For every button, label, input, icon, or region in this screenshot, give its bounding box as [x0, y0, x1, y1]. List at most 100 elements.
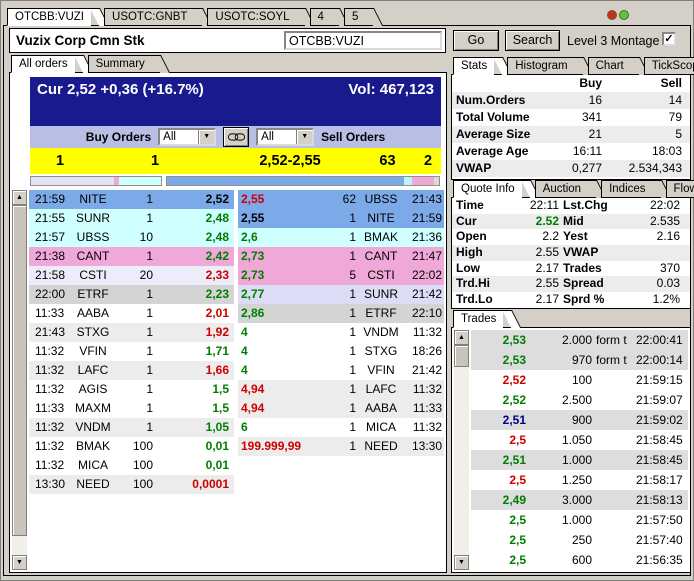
workspace-tab-label: 5 [351, 11, 359, 23]
ask-price: 199.999,99 [241, 439, 302, 453]
bid-row[interactable]: 21:43 STXG 1 1,92 [29, 323, 234, 342]
ask-time: 21:42 [411, 363, 442, 377]
go-button[interactable]: Go [453, 30, 499, 51]
bid-row[interactable]: 11:32 VFIN 1 1,71 [29, 342, 234, 361]
ask-size: 1 [349, 439, 356, 453]
trades-scrollbar-track[interactable] [454, 367, 469, 555]
ask-row[interactable]: 4 1 VFIN 21:42 [238, 361, 444, 380]
ask-size: 1 [349, 249, 356, 263]
ask-size: 62 [342, 192, 356, 206]
ask-row[interactable]: 2,77 1 SUNR 21:42 [238, 285, 444, 304]
ask-row[interactable]: 2,86 1 ETRF 22:10 [238, 304, 444, 323]
quote-tab-label: Quote Info [461, 183, 515, 195]
book-scrollbar-thumb[interactable] [12, 205, 27, 536]
depth-segment [31, 177, 115, 185]
stats-buy-value: 0,277 [571, 161, 602, 175]
trades-scrollbar-thumb[interactable] [454, 345, 469, 367]
stats-tab[interactable]: Histogram [507, 57, 575, 75]
bid-row[interactable]: 11:32 AGIS 1 1,5 [29, 380, 234, 399]
bid-row[interactable]: 11:32 LAFC 1 1,66 [29, 361, 234, 380]
ask-size: 1 [349, 344, 356, 358]
quote-value: 22:11 [529, 198, 559, 212]
search-button[interactable]: Search [505, 30, 560, 51]
trade-row: 2,5 1.050 21:58:45 [471, 430, 688, 450]
quote-tab[interactable]: Flow [665, 180, 694, 198]
ask-row[interactable]: 2,55 62 UBSS 21:43 [238, 190, 444, 209]
scroll-down-icon[interactable]: ▼ [12, 555, 27, 570]
ask-row[interactable]: 2,55 1 NITE 21:59 [238, 209, 444, 228]
ask-market-maker: VNDM [363, 325, 399, 339]
ask-row[interactable]: 4 1 STXG 18:26 [238, 342, 444, 361]
bid-row[interactable]: 11:33 AABA 1 2,01 [29, 304, 234, 323]
workspace-tab[interactable]: USOTC:SOYL [207, 8, 297, 26]
book-scrollbar-track[interactable] [12, 536, 27, 555]
quote-tab[interactable]: Indices [601, 180, 653, 198]
window-control-red[interactable] [607, 10, 617, 20]
scroll-up-icon[interactable]: ▲ [12, 190, 27, 205]
trade-price: 2,5 [509, 533, 526, 547]
workspace-tab[interactable]: 5 [343, 8, 366, 26]
bid-row[interactable]: 21:57 UBSS 10 2,48 [29, 228, 234, 247]
quote-value: 370 [659, 260, 680, 275]
ask-row[interactable]: 199.999,99 1 NEED 13:30 [238, 437, 444, 456]
ask-row[interactable]: 4,94 1 LAFC 11:32 [238, 380, 444, 399]
quote-value: 22:02 [649, 198, 680, 212]
orders-tab-label: All orders [19, 58, 68, 70]
ask-row[interactable]: 4 1 VNDM 11:32 [238, 323, 444, 342]
buy-filter-select[interactable]: All ▼ [158, 128, 217, 146]
ask-time: 11:32 [412, 420, 442, 434]
stats-tab[interactable]: Stats [453, 57, 495, 75]
level3-checkbox[interactable]: ✓ [662, 32, 676, 46]
bid-price: 0,0001 [192, 477, 229, 491]
bid-row[interactable]: 11:33 MAXM 1 1,5 [29, 399, 234, 418]
ask-size: 5 [349, 268, 356, 282]
workspace-tab-bar: OTCBB:VUZI USOTC:GNBT USOTC:SOYL 4 5 [7, 8, 366, 26]
ask-row[interactable]: 2,6 1 BMAK 21:36 [238, 228, 444, 247]
stats-tab[interactable]: TickScope [643, 57, 694, 75]
bid-price: 2,33 [205, 268, 229, 282]
workspace-tab[interactable]: OTCBB:VUZI [7, 8, 92, 26]
bid-row[interactable]: 21:58 CSTI 20 2,33 [29, 266, 234, 285]
ticker-volume: Vol: 467,123 [348, 81, 434, 98]
bid-row[interactable]: 11:32 BMAK 100 0,01 [29, 437, 234, 456]
trades-tab[interactable]: Trades [453, 310, 504, 328]
ask-row[interactable]: 2,73 5 CSTI 22:02 [238, 266, 444, 285]
bid-row[interactable]: 13:30 NEED 100 0,0001 [29, 475, 234, 494]
link-filters-button[interactable] [223, 127, 250, 147]
scroll-up-icon[interactable]: ▲ [454, 330, 469, 345]
bid-row[interactable]: 21:59 NITE 1 2,52 [29, 190, 234, 209]
trade-row: 2,52 100 21:59:15 [471, 370, 688, 390]
ask-time: 11:33 [412, 401, 442, 415]
stats-label: Num.Orders [456, 93, 526, 107]
ask-row[interactable]: 4,94 1 AABA 11:33 [238, 399, 444, 418]
orders-tab[interactable]: All orders [11, 55, 75, 73]
window-control-green[interactable] [619, 10, 629, 20]
orders-tab[interactable]: Summary [87, 55, 152, 73]
bid-row[interactable]: 21:55 SUNR 1 2,48 [29, 209, 234, 228]
quote-tab-label: Flow [673, 183, 694, 195]
bid-price: 0,01 [205, 439, 229, 453]
trade-size: 1.050 [561, 433, 592, 447]
stats-tab-label: Histogram [515, 60, 568, 72]
bid-row[interactable]: 11:32 VNDM 1 1,05 [29, 418, 234, 437]
symbol-input[interactable] [284, 31, 442, 50]
quote-tab[interactable]: Auction [534, 180, 589, 198]
chevron-down-icon[interactable]: ▼ [296, 130, 313, 144]
bid-row[interactable]: 21:38 CANT 1 2,42 [29, 247, 234, 266]
ask-row[interactable]: 6 1 MICA 11:32 [238, 418, 444, 437]
ask-time: 11:32 [412, 325, 442, 339]
ask-market-maker: MICA [366, 420, 396, 434]
stats-tab[interactable]: Chart [587, 57, 631, 75]
sell-filter-select[interactable]: All ▼ [256, 128, 315, 146]
trade-condition-flag [592, 490, 636, 510]
depth-segment [167, 177, 404, 185]
chevron-down-icon[interactable]: ▼ [198, 130, 215, 144]
bid-row[interactable]: 11:32 MICA 100 0,01 [29, 456, 234, 475]
stats-table: Num.Orders 16 14 Total Volume 341 79 Ave… [452, 92, 690, 177]
ask-row[interactable]: 2,73 1 CANT 21:47 [238, 247, 444, 266]
bid-row[interactable]: 22:00 ETRF 1 2,23 [29, 285, 234, 304]
workspace-tab[interactable]: USOTC:GNBT [104, 8, 195, 26]
scroll-down-icon[interactable]: ▼ [454, 555, 469, 570]
quote-tab[interactable]: Quote Info [453, 180, 522, 198]
workspace-tab[interactable]: 4 [309, 8, 331, 26]
